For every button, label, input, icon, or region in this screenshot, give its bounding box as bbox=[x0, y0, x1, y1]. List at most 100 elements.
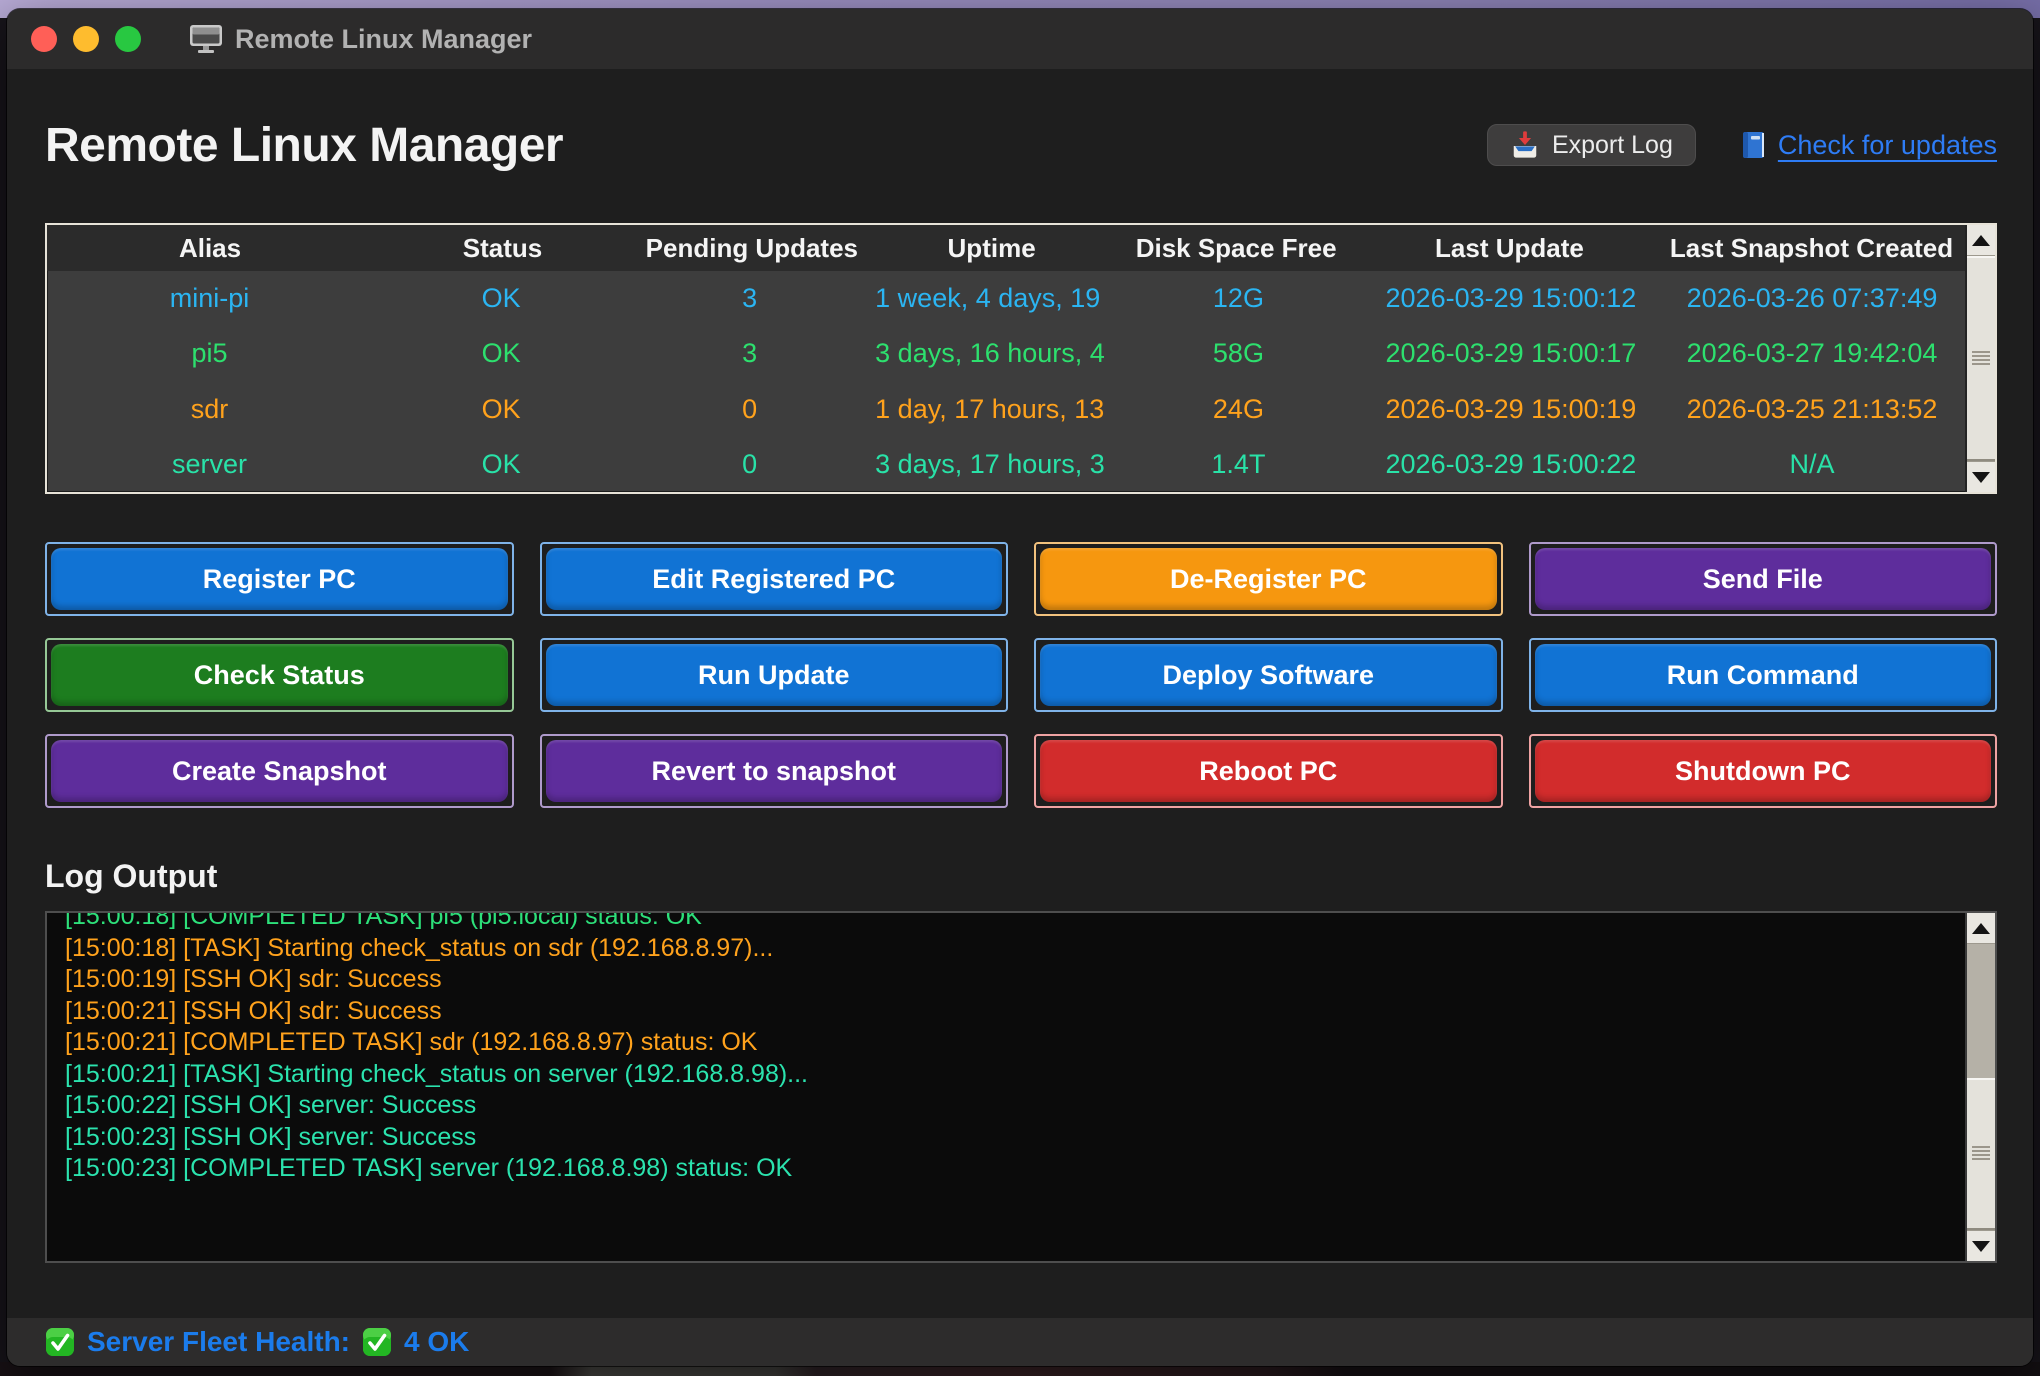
table-scroll-up-arrow[interactable] bbox=[1967, 225, 1995, 256]
cell-disk-space-free: 24G bbox=[1114, 382, 1363, 437]
cell-alias: server bbox=[47, 437, 372, 492]
fleet-health-value: 4 OK bbox=[404, 1326, 469, 1358]
cell-alias: pi5 bbox=[47, 326, 372, 381]
log-line: [15:00:21] [TASK] Starting check_status … bbox=[65, 1059, 1965, 1091]
log-line: [15:00:19] [SSH OK] sdr: Success bbox=[65, 964, 1965, 996]
log-line: [15:00:21] [COMPLETED TASK] sdr (192.168… bbox=[65, 1027, 1965, 1059]
cell-uptime: 1 day, 17 hours, 13 bbox=[869, 382, 1114, 437]
create-snapshot-button-frame: Create Snapshot bbox=[45, 734, 514, 808]
log-line: [15:00:21] [SSH OK] sdr: Success bbox=[65, 996, 1965, 1028]
cell-last-update: 2026-03-29 15:00:12 bbox=[1363, 271, 1659, 326]
cell-alias: sdr bbox=[47, 382, 372, 437]
cell-last-update: 2026-03-29 15:00:19 bbox=[1363, 382, 1659, 437]
cell-uptime: 3 days, 17 hours, 3 bbox=[869, 437, 1114, 492]
window-title: Remote Linux Manager bbox=[235, 24, 532, 55]
column-header-alias[interactable]: Alias bbox=[47, 225, 373, 271]
register-pc-button[interactable]: Register PC bbox=[51, 548, 508, 610]
run-command-button[interactable]: Run Command bbox=[1535, 644, 1992, 706]
deploy-software-button-frame: Deploy Software bbox=[1034, 638, 1503, 712]
check-for-updates-link[interactable]: Check for updates bbox=[1740, 130, 1997, 161]
log-scrollbar[interactable] bbox=[1965, 913, 1995, 1261]
action-button-grid: Register PC Edit Registered PC De-Register… bbox=[45, 542, 1997, 808]
log-scroll-up-arrow[interactable] bbox=[1967, 913, 1995, 944]
desktop-background: Remote Linux Manager Remote Linux Manage… bbox=[0, 0, 2040, 1376]
table-row-sdr[interactable]: sdrOK01 day, 17 hours, 1324G2026-03-29 1… bbox=[47, 382, 1965, 437]
traffic-lights bbox=[31, 26, 141, 52]
check-status-button[interactable]: Check Status bbox=[51, 644, 508, 706]
pc-table-main: AliasStatusPending UpdatesUptimeDisk Spa… bbox=[47, 225, 1965, 492]
main-content: Remote Linux Manager Export Log bbox=[7, 109, 2033, 1263]
de-register-pc-button-frame: De-Register PC bbox=[1034, 542, 1503, 616]
shutdown-pc-button[interactable]: Shutdown PC bbox=[1535, 740, 1992, 802]
run-update-button[interactable]: Run Update bbox=[546, 644, 1003, 706]
revert-to-snapshot-button-frame: Revert to snapshot bbox=[540, 734, 1009, 808]
reboot-pc-button[interactable]: Reboot PC bbox=[1040, 740, 1497, 802]
send-file-button-frame: Send File bbox=[1529, 542, 1998, 616]
column-header-pending-updates[interactable]: Pending Updates bbox=[632, 225, 872, 271]
cell-disk-space-free: 58G bbox=[1114, 326, 1363, 381]
check-status-button-frame: Check Status bbox=[45, 638, 514, 712]
cell-last-snapshot-created: 2026-03-25 21:13:52 bbox=[1659, 382, 1965, 437]
register-pc-button-frame: Register PC bbox=[45, 542, 514, 616]
run-command-button-frame: Run Command bbox=[1529, 638, 1998, 712]
create-snapshot-button[interactable]: Create Snapshot bbox=[51, 740, 508, 802]
revert-to-snapshot-button[interactable]: Revert to snapshot bbox=[546, 740, 1003, 802]
column-header-status[interactable]: Status bbox=[373, 225, 632, 271]
pc-table-body: mini-piOK31 week, 4 days, 1912G2026-03-2… bbox=[47, 271, 1965, 492]
table-scroll-down-arrow[interactable] bbox=[1967, 461, 1995, 492]
cell-last-snapshot-created: N/A bbox=[1659, 437, 1965, 492]
log-viewport[interactable]: [15:00:18] [COMPLETED TASK] pi5 (pi5.loc… bbox=[47, 913, 1965, 1261]
titlebar[interactable]: Remote Linux Manager bbox=[7, 9, 2033, 69]
blue-book-icon bbox=[1740, 130, 1768, 160]
edit-registered-pc-button-frame: Edit Registered PC bbox=[540, 542, 1009, 616]
log-scroll-thumb[interactable] bbox=[1967, 1078, 1995, 1230]
export-log-button[interactable]: Export Log bbox=[1487, 124, 1696, 166]
de-register-pc-button[interactable]: De-Register PC bbox=[1040, 548, 1497, 610]
log-scroll-track[interactable] bbox=[1967, 944, 1995, 1230]
column-header-last-snapshot-created[interactable]: Last Snapshot Created bbox=[1658, 225, 1965, 271]
table-row-server[interactable]: serverOK03 days, 17 hours, 31.4T2026-03-… bbox=[47, 437, 1965, 492]
column-header-uptime[interactable]: Uptime bbox=[872, 225, 1112, 271]
log-line: [15:00:18] [COMPLETED TASK] pi5 (pi5.loc… bbox=[65, 913, 1965, 933]
inbox-tray-icon bbox=[1510, 130, 1540, 160]
titlebar-title-group: Remote Linux Manager bbox=[189, 24, 532, 55]
shutdown-pc-button-frame: Shutdown PC bbox=[1529, 734, 1998, 808]
close-window-button[interactable] bbox=[31, 26, 57, 52]
cell-status: OK bbox=[372, 326, 630, 381]
send-file-button[interactable]: Send File bbox=[1535, 548, 1992, 610]
deploy-software-button[interactable]: Deploy Software bbox=[1040, 644, 1497, 706]
column-header-disk-space-free[interactable]: Disk Space Free bbox=[1111, 225, 1360, 271]
table-row-mini-pi[interactable]: mini-piOK31 week, 4 days, 1912G2026-03-2… bbox=[47, 271, 1965, 326]
fleet-health-label: Server Fleet Health: bbox=[87, 1326, 350, 1358]
zoom-window-button[interactable] bbox=[115, 26, 141, 52]
table-row-pi5[interactable]: pi5OK33 days, 16 hours, 458G2026-03-29 1… bbox=[47, 326, 1965, 381]
table-scroll-track[interactable] bbox=[1967, 256, 1995, 461]
minimize-window-button[interactable] bbox=[73, 26, 99, 52]
cell-last-update: 2026-03-29 15:00:17 bbox=[1363, 326, 1659, 381]
green-check-icon bbox=[45, 1327, 75, 1357]
table-scroll-thumb[interactable] bbox=[1967, 256, 1995, 461]
log-lines: [15:00:18] [COMPLETED TASK] pi5 (pi5.loc… bbox=[65, 913, 1965, 1185]
log-line: [15:00:23] [SSH OK] server: Success bbox=[65, 1122, 1965, 1154]
cell-last-snapshot-created: 2026-03-27 19:42:04 bbox=[1659, 326, 1965, 381]
cell-pending-updates: 3 bbox=[630, 271, 869, 326]
cell-status: OK bbox=[372, 382, 630, 437]
log-output-panel: [15:00:18] [COMPLETED TASK] pi5 (pi5.loc… bbox=[45, 911, 1997, 1263]
check-for-updates-label: Check for updates bbox=[1778, 130, 1997, 161]
log-line: [15:00:18] [TASK] Starting check_status … bbox=[65, 933, 1965, 965]
table-scrollbar[interactable] bbox=[1965, 225, 1995, 492]
edit-registered-pc-button[interactable]: Edit Registered PC bbox=[546, 548, 1003, 610]
column-header-last-update[interactable]: Last Update bbox=[1361, 225, 1658, 271]
cell-pending-updates: 0 bbox=[630, 382, 869, 437]
pc-table-header: AliasStatusPending UpdatesUptimeDisk Spa… bbox=[47, 225, 1965, 271]
cell-pending-updates: 0 bbox=[630, 437, 869, 492]
run-update-button-frame: Run Update bbox=[540, 638, 1009, 712]
page-header: Remote Linux Manager Export Log bbox=[45, 109, 1997, 181]
monitor-icon bbox=[189, 24, 223, 54]
cell-status: OK bbox=[372, 437, 630, 492]
status-bar: Server Fleet Health: 4 OK bbox=[7, 1318, 2033, 1366]
page-title: Remote Linux Manager bbox=[45, 118, 563, 173]
cell-last-snapshot-created: 2026-03-26 07:37:49 bbox=[1659, 271, 1965, 326]
log-line: [15:00:22] [SSH OK] server: Success bbox=[65, 1090, 1965, 1122]
log-scroll-down-arrow[interactable] bbox=[1967, 1230, 1995, 1261]
